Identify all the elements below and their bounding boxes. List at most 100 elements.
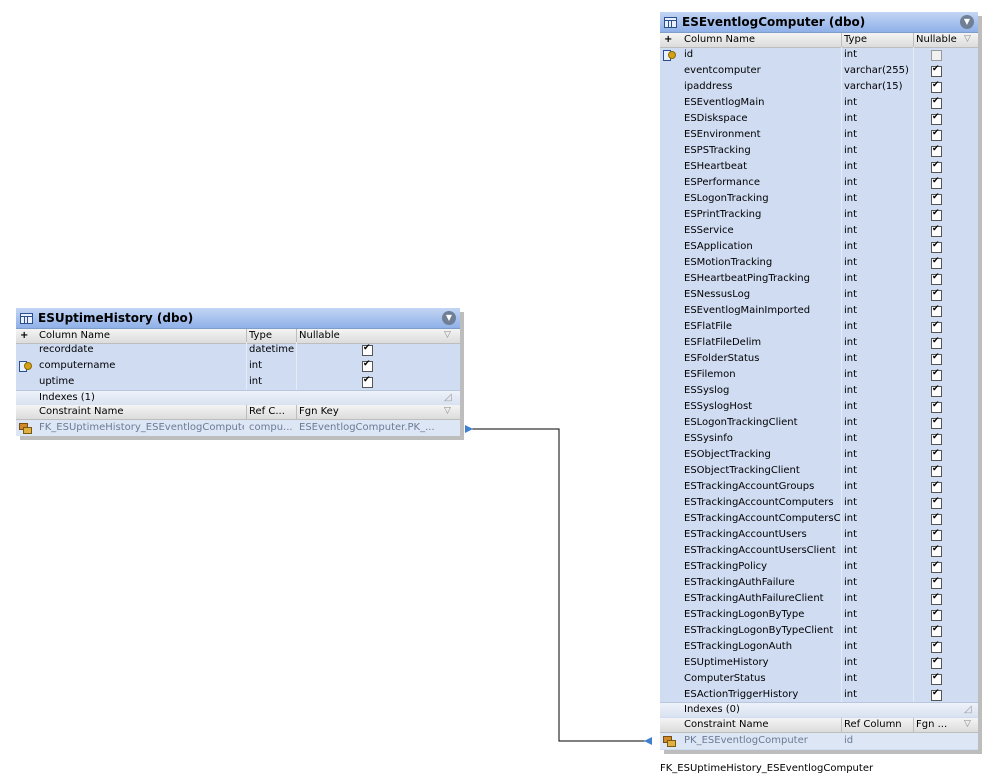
expand-icon[interactable]: ◿ xyxy=(964,704,972,715)
column-row[interactable]: ESHeartbeatPingTracking int xyxy=(660,271,978,287)
column-row[interactable]: ESApplication int xyxy=(660,239,978,255)
column-row[interactable]: ESService int xyxy=(660,223,978,239)
column-row[interactable]: ESObjectTrackingClient int xyxy=(660,463,978,479)
collapse-icon[interactable]: ▼ xyxy=(442,311,456,325)
column-row[interactable]: ESFlatFileDelim int xyxy=(660,335,978,351)
add-column-icon[interactable]: + xyxy=(664,34,672,45)
table-title-bar[interactable]: ESEventlogComputer (dbo) ▼ xyxy=(660,12,978,33)
nullable-checkbox[interactable] xyxy=(931,416,942,429)
nullable-checkbox[interactable] xyxy=(931,512,942,525)
column-row[interactable]: ESPSTracking int xyxy=(660,143,978,159)
column-row[interactable]: ESLogonTracking int xyxy=(660,191,978,207)
column-row[interactable]: ESNessusLog int xyxy=(660,287,978,303)
nullable-checkbox[interactable] xyxy=(931,672,942,685)
constraint-name-header[interactable]: Constraint Name xyxy=(684,719,769,730)
filter-icon[interactable]: ▽ xyxy=(444,406,451,416)
filter-icon[interactable]: ▽ xyxy=(444,330,451,340)
nullable-checkbox[interactable] xyxy=(931,320,942,333)
nullable-checkbox[interactable] xyxy=(931,64,942,77)
filter-icon[interactable]: ▽ xyxy=(964,34,971,44)
nullable-checkbox[interactable] xyxy=(931,160,942,173)
nullable-checkbox[interactable] xyxy=(931,576,942,589)
column-row[interactable]: ESLogonTrackingClient int xyxy=(660,415,978,431)
column-row[interactable]: ESSysinfo int xyxy=(660,431,978,447)
nullable-checkbox[interactable] xyxy=(931,96,942,109)
column-row[interactable]: ESTrackingLogonAuth int xyxy=(660,639,978,655)
column-row[interactable]: ESFlatFile int xyxy=(660,319,978,335)
column-row[interactable]: ESTrackingAccountUsersClient int xyxy=(660,543,978,559)
nullable-checkbox[interactable] xyxy=(931,112,942,125)
column-row[interactable]: uptime int xyxy=(16,374,460,390)
add-column-icon[interactable]: + xyxy=(20,330,28,341)
nullable-checkbox[interactable] xyxy=(362,343,373,356)
column-row[interactable]: ESTrackingAccountUsers int xyxy=(660,527,978,543)
nullable-checkbox[interactable] xyxy=(931,304,942,317)
nullable-checkbox[interactable] xyxy=(931,656,942,669)
column-row[interactable]: ESObjectTracking int xyxy=(660,447,978,463)
type-header[interactable]: Type xyxy=(249,330,272,341)
nullable-checkbox[interactable] xyxy=(931,496,942,509)
column-row[interactable]: ESTrackingLogonByType int xyxy=(660,607,978,623)
nullable-checkbox[interactable] xyxy=(931,352,942,365)
indexes-section[interactable]: Indexes (1) ◿ xyxy=(16,390,460,405)
column-row[interactable]: id int xyxy=(660,47,978,63)
indexes-section[interactable]: Indexes (0) ◿ xyxy=(660,702,978,717)
column-name-header[interactable]: Column Name xyxy=(684,34,755,45)
nullable-checkbox[interactable] xyxy=(931,528,942,541)
nullable-checkbox[interactable] xyxy=(931,448,942,461)
nullable-checkbox[interactable] xyxy=(931,368,942,381)
column-name-header[interactable]: Column Name xyxy=(39,330,110,341)
collapse-icon[interactable]: ▼ xyxy=(960,15,974,29)
nullable-checkbox[interactable] xyxy=(931,256,942,269)
column-row[interactable]: ESHeartbeat int xyxy=(660,159,978,175)
column-row[interactable]: ESSyslog int xyxy=(660,383,978,399)
nullable-checkbox[interactable] xyxy=(931,400,942,413)
nullable-checkbox[interactable] xyxy=(931,176,942,189)
nullable-checkbox[interactable] xyxy=(931,384,942,397)
constraint-row[interactable]: FK_ESUptimeHistory_ESEventlogComputer co… xyxy=(16,420,460,436)
nullable-checkbox[interactable] xyxy=(931,192,942,205)
nullable-checkbox[interactable] xyxy=(931,50,942,61)
column-row[interactable]: ESActionTriggerHistory int xyxy=(660,687,978,703)
column-row[interactable]: ESPrintTracking int xyxy=(660,207,978,223)
nullable-header[interactable]: Nullable xyxy=(916,34,957,45)
ref-column-header[interactable]: Ref Column xyxy=(844,719,902,730)
ref-column-header[interactable]: Ref C... xyxy=(249,406,285,417)
nullable-checkbox[interactable] xyxy=(931,224,942,237)
nullable-checkbox[interactable] xyxy=(931,688,942,701)
column-row[interactable]: ESEnvironment int xyxy=(660,127,978,143)
table-eseventlogcomputer[interactable]: ESEventlogComputer (dbo) ▼ + Column Name… xyxy=(660,12,982,754)
nullable-checkbox[interactable] xyxy=(931,80,942,93)
column-row[interactable]: ESFilemon int xyxy=(660,367,978,383)
column-row[interactable]: ESTrackingPolicy int xyxy=(660,559,978,575)
nullable-checkbox[interactable] xyxy=(931,128,942,141)
nullable-checkbox[interactable] xyxy=(931,592,942,605)
nullable-checkbox[interactable] xyxy=(931,640,942,653)
column-row[interactable]: ESTrackingAuthFailure int xyxy=(660,575,978,591)
table-esuptimehistory[interactable]: ESUptimeHistory (dbo) ▼ + Column Name Ty… xyxy=(16,308,464,440)
column-row[interactable]: ESTrackingAccountComputers int xyxy=(660,495,978,511)
relationship-label[interactable]: FK_ESUptimeHistory_ESEventlogComputer xyxy=(660,763,873,774)
fgn-key-header[interactable]: Fgn ... xyxy=(916,719,947,730)
nullable-checkbox[interactable] xyxy=(931,480,942,493)
column-row[interactable]: recorddate datetime xyxy=(16,342,460,358)
column-row[interactable]: ESEventlogMainImported int xyxy=(660,303,978,319)
nullable-checkbox[interactable] xyxy=(931,208,942,221)
column-row[interactable]: ESPerformance int xyxy=(660,175,978,191)
fgn-key-header[interactable]: Fgn Key xyxy=(299,406,339,417)
nullable-checkbox[interactable] xyxy=(931,544,942,557)
nullable-checkbox[interactable] xyxy=(931,272,942,285)
column-row[interactable]: ipaddress varchar(15) xyxy=(660,79,978,95)
nullable-checkbox[interactable] xyxy=(931,336,942,349)
nullable-header[interactable]: Nullable xyxy=(299,330,340,341)
constraint-name-header[interactable]: Constraint Name xyxy=(39,406,124,417)
column-row[interactable]: ESTrackingAccountGroups int xyxy=(660,479,978,495)
nullable-checkbox[interactable] xyxy=(931,144,942,157)
column-row[interactable]: ESSyslogHost int xyxy=(660,399,978,415)
expand-icon[interactable]: ◿ xyxy=(444,392,452,403)
nullable-checkbox[interactable] xyxy=(931,608,942,621)
column-row[interactable]: ESTrackingAccountComputersCli int xyxy=(660,511,978,527)
column-row[interactable]: computername int xyxy=(16,358,460,374)
nullable-checkbox[interactable] xyxy=(362,375,373,388)
column-row[interactable]: ESFolderStatus int xyxy=(660,351,978,367)
